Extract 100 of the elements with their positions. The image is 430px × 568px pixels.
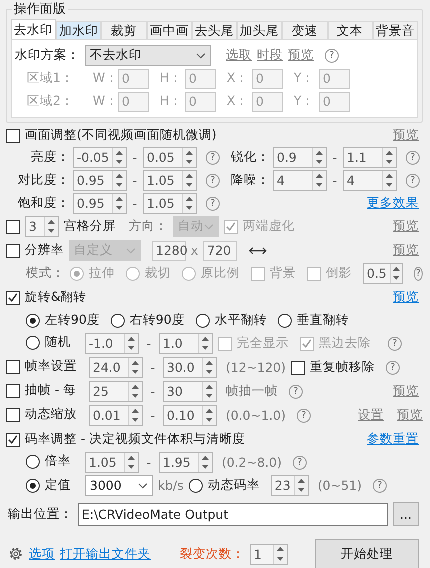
- link[interactable]: 设置: [358, 407, 384, 424]
- spin-box[interactable]: 30: [163, 381, 217, 402]
- link[interactable]: 选取: [226, 47, 252, 64]
- spin-box[interactable]: 23: [270, 475, 309, 496]
- spin-box[interactable]: 4: [273, 170, 327, 191]
- link[interactable]: 预览: [393, 218, 419, 235]
- tab[interactable]: 加水印: [56, 21, 102, 39]
- up-arrow-icon: [296, 478, 306, 484]
- checkbox[interactable]: 抽帧 - 每: [6, 382, 76, 400]
- spin-box[interactable]: -0.05: [73, 147, 127, 168]
- radio-button[interactable]: 动态码率: [188, 477, 260, 494]
- link[interactable]: 预览: [393, 289, 419, 306]
- options-link[interactable]: 选项: [29, 546, 55, 562]
- checkbox[interactable]: 旋转&翻转: [6, 289, 87, 306]
- panel-title: 操作面版: [13, 1, 67, 18]
- start-button[interactable]: 开始处理: [315, 539, 419, 568]
- check-icon: [7, 292, 19, 304]
- range-dash: -: [150, 360, 156, 375]
- down-arrow-icon: [131, 417, 140, 424]
- spin-box[interactable]: 0.9: [273, 147, 327, 168]
- tab[interactable]: 变速: [282, 21, 328, 39]
- tab[interactable]: 加头尾: [237, 21, 282, 39]
- help-button[interactable]: ?: [386, 360, 400, 374]
- field-label: 裂变次数：: [180, 546, 245, 562]
- spin-box[interactable]: 0.95: [73, 170, 127, 191]
- checkbox[interactable]: 画面调整(不同视频画面随机微调): [6, 127, 217, 144]
- radio-button[interactable]: 随机: [26, 334, 71, 352]
- help-button[interactable]: ?: [325, 48, 339, 62]
- up-arrow-icon: [385, 172, 394, 179]
- open-folder-link[interactable]: 打开输出文件夹: [60, 546, 151, 562]
- field-label: 锐化：: [230, 149, 270, 166]
- range-dash: -: [132, 173, 138, 188]
- help-button[interactable]: ?: [406, 174, 420, 188]
- help-button[interactable]: ?: [297, 408, 311, 422]
- spin-box[interactable]: 1.05: [85, 452, 139, 473]
- help-button[interactable]: ?: [406, 150, 420, 164]
- field-suffix: 帧抽一帧: [226, 383, 278, 400]
- down-arrow-icon: [276, 556, 285, 562]
- spin-box[interactable]: 24.0: [89, 357, 143, 378]
- spin-box[interactable]: 25: [89, 381, 143, 402]
- link[interactable]: 预览: [393, 383, 419, 400]
- checkbox[interactable]: 动态缩放: [6, 406, 77, 424]
- spin-box[interactable]: 0.05: [143, 147, 197, 168]
- spin-box[interactable]: 0.10: [163, 405, 217, 426]
- spin-box[interactable]: 1: [250, 544, 288, 564]
- spin-box[interactable]: 0.01: [89, 405, 143, 426]
- link[interactable]: 预览: [393, 127, 419, 144]
- help-button[interactable]: ?: [206, 174, 220, 188]
- link[interactable]: 预览: [288, 47, 314, 64]
- input-field[interactable]: E:\CRVideoMate Output: [78, 502, 388, 526]
- spin-box[interactable]: 1.0: [159, 333, 213, 354]
- link[interactable]: 预览: [397, 407, 423, 422]
- help-button[interactable]: ?: [373, 478, 387, 492]
- checkbox[interactable]: 码率调整 - 决定视频文件体积与清晰度: [6, 431, 246, 448]
- tab[interactable]: 去头尾: [192, 21, 238, 39]
- help-button[interactable]: ?: [388, 336, 402, 350]
- checkbox[interactable]: 重复帧移除: [291, 359, 375, 376]
- link[interactable]: 参数重置: [367, 431, 419, 448]
- spin-box[interactable]: 1.95: [159, 452, 213, 473]
- radio-button[interactable]: 垂直翻转: [278, 312, 349, 329]
- down-arrow-icon: [201, 464, 210, 470]
- tab[interactable]: 裁剪: [101, 21, 147, 39]
- help-button[interactable]: ?: [206, 150, 220, 164]
- spin-box[interactable]: 4: [343, 170, 397, 191]
- browse-button[interactable]: ...: [393, 502, 419, 526]
- swap-icon[interactable]: [248, 246, 268, 256]
- spin-box[interactable]: 1.1: [343, 147, 397, 168]
- spin-box[interactable]: -1.0: [85, 333, 139, 354]
- dropdown[interactable]: 不去水印: [85, 45, 211, 66]
- down-arrow-icon: [185, 182, 194, 188]
- spin-box[interactable]: 1.05: [143, 193, 197, 214]
- tab[interactable]: 画中画: [146, 21, 192, 39]
- spin-box[interactable]: 3: [25, 216, 59, 237]
- checkbox[interactable]: 帧率设置: [6, 358, 77, 376]
- tab[interactable]: 背景音: [372, 21, 418, 39]
- radio-button[interactable]: 倍率: [26, 453, 71, 470]
- checkbox[interactable]: [6, 220, 20, 234]
- spin-box[interactable]: 1.05: [143, 170, 197, 191]
- link[interactable]: 更多效果: [367, 195, 419, 212]
- down-arrow-icon: [315, 159, 324, 166]
- tab[interactable]: 去水印: [11, 19, 56, 39]
- radio-button[interactable]: 左转90度: [26, 312, 100, 329]
- link[interactable]: 时段: [257, 47, 283, 64]
- dropdown[interactable]: 3000: [85, 475, 153, 496]
- up-arrow-icon: [185, 196, 194, 202]
- tab[interactable]: 文本: [328, 21, 373, 39]
- range-dash: -: [146, 455, 152, 470]
- field-label: W：: [93, 93, 113, 110]
- radio-button[interactable]: 水平翻转: [196, 312, 267, 329]
- help-button[interactable]: ?: [289, 384, 303, 398]
- range-dash: -: [150, 384, 156, 399]
- help-button[interactable]: ?: [293, 456, 307, 470]
- help-button[interactable]: ?: [206, 196, 220, 210]
- settings-icon[interactable]: [8, 546, 24, 562]
- spin-box[interactable]: 30.0: [163, 357, 217, 378]
- radio-button[interactable]: 右转90度: [110, 312, 185, 329]
- spin-box[interactable]: 0.95: [73, 193, 127, 214]
- radio-button[interactable]: 定值: [26, 477, 71, 494]
- check-icon: [7, 434, 19, 446]
- down-arrow-icon: [127, 464, 136, 470]
